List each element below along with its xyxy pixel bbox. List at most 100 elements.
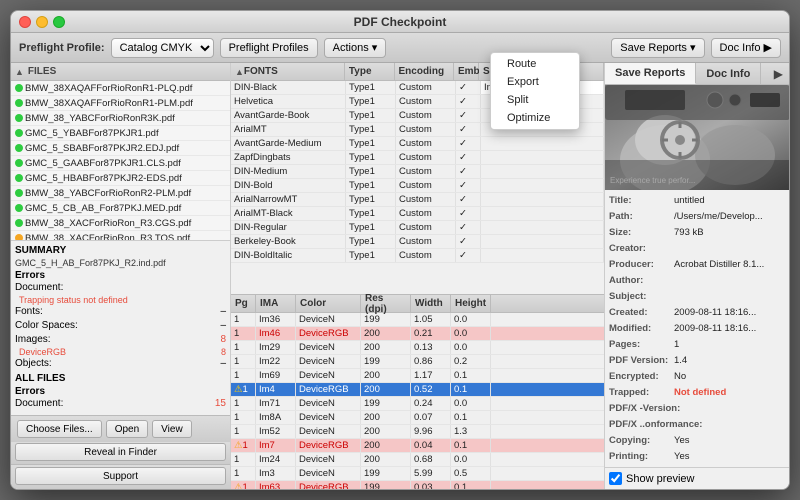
img-width: 0.86 (411, 355, 451, 368)
img-width: 9.96 (411, 425, 451, 438)
actions-button[interactable]: Actions ▾ (324, 38, 387, 58)
file-item[interactable]: BMW_38_YABCForRioRonR2-PLM.pdf (11, 186, 230, 201)
img-row-selected[interactable]: ⚠1 Im4 DeviceRGB 200 0.52 0.1 (231, 383, 604, 397)
doc-pdfver-label: PDF Version: (609, 354, 674, 368)
img-row[interactable]: 1 Im36 DeviceN 199 1.05 0.0 (231, 313, 604, 327)
images-section: Pg IMA Color Res (dpi) Width Height 1 Im… (231, 294, 604, 489)
open-button[interactable]: Open (106, 420, 148, 438)
img-row[interactable]: 1 Im29 DeviceN 200 0.13 0.0 (231, 341, 604, 355)
doc-created-row: Created: 2009-08-11 18:16... (609, 306, 785, 320)
encoding-col-header[interactable]: Encoding (395, 63, 454, 80)
ima-col-header[interactable]: IMA (256, 295, 296, 312)
font-name-cell: DIN-Black (231, 81, 346, 94)
img-row-highlighted[interactable]: ⚠1 Im7 DeviceRGB 200 0.04 0.1 (231, 439, 604, 453)
view-button[interactable]: View (152, 420, 192, 438)
car-preview-image: Experience true perfor... (605, 85, 789, 190)
img-row-highlighted[interactable]: ⚠1 Im63 DeviceRGB 199 0.03 0.1 (231, 481, 604, 489)
images-table[interactable]: 1 Im36 DeviceN 199 1.05 0.0 1 Im46 Devic… (231, 313, 604, 489)
doc-pdfver-row: PDF Version: 1.4 (609, 354, 785, 368)
summary-colorspaces-label: Color Spaces: (15, 319, 78, 333)
font-type-cell: Type1 (346, 179, 396, 192)
minimize-button[interactable] (36, 16, 48, 28)
font-type-cell: Type1 (346, 193, 396, 206)
car-svg (605, 85, 789, 190)
maximize-button[interactable] (53, 16, 65, 28)
color-col-header[interactable]: Color (296, 295, 361, 312)
doc-producer-row: Producer: Acrobat Distiller 8.1... (609, 258, 785, 272)
img-width: 1.17 (411, 369, 451, 382)
img-width: 0.24 (411, 397, 451, 410)
type-col-header[interactable]: Type (345, 63, 395, 80)
warn-icon: ⚠ (234, 384, 243, 395)
img-ima: Im8A (256, 411, 296, 424)
file-item[interactable]: BMW_38_XACForRioRon_R3.TOS.pdf (11, 231, 230, 240)
right-panel-arrow[interactable]: ▶ (768, 63, 789, 84)
save-reports-button[interactable]: Save Reports ▾ (611, 38, 704, 58)
font-type-cell: Type1 (346, 207, 396, 220)
img-row[interactable]: 1 Im22 DeviceN 199 0.86 0.2 (231, 355, 604, 369)
close-button[interactable] (19, 16, 31, 28)
img-row[interactable]: 1 Im3 DeviceN 199 5.99 0.5 (231, 467, 604, 481)
img-res: 200 (361, 369, 411, 382)
support-button[interactable]: Support (15, 467, 226, 485)
files-list[interactable]: BMW_38XAQAFForRioRonR1-PLQ.pdf BMW_38XAQ… (11, 81, 230, 240)
img-ima: Im63 (256, 481, 296, 489)
file-item[interactable]: GMC_5_GAABFor87PKJR1.CLS.pdf (11, 156, 230, 171)
img-row[interactable]: 1 Im52 DeviceN 200 9.96 1.3 (231, 425, 604, 439)
file-item[interactable]: BMW_38XAQAFForRioRonR1-PLQ.pdf (11, 81, 230, 96)
font-row[interactable]: ZapfDingbats Type1 Custom ✓ (231, 151, 604, 165)
doc-copying-label: Copying: (609, 434, 674, 448)
doc-info-button[interactable]: Doc Info ▶ (711, 38, 781, 58)
img-ima: Im24 (256, 453, 296, 466)
tab-doc-info[interactable]: Doc Info (696, 63, 761, 84)
menu-item-split[interactable]: Split (491, 91, 579, 109)
emb-col-header[interactable]: Emb (454, 63, 479, 80)
font-enc-cell: Custom (396, 221, 456, 234)
doc-producer-label: Producer: (609, 258, 674, 272)
preflight-profile-select[interactable]: Catalog CMYK (111, 38, 214, 58)
all-files-label: ALL FILES (15, 373, 226, 384)
font-row[interactable]: DIN-BoldItalic Type1 Custom ✓ (231, 249, 604, 263)
img-row[interactable]: 1 Im69 DeviceN 200 1.17 0.1 (231, 369, 604, 383)
img-color: DeviceRGB (296, 327, 361, 340)
font-row[interactable]: DIN-Bold Type1 Custom ✓ (231, 179, 604, 193)
file-item[interactable]: GMC_5_CB_AB_For87PKJ.MED.pdf (11, 201, 230, 216)
img-height: 0.0 (451, 327, 491, 340)
font-row[interactable]: DIN-Medium Type1 Custom ✓ (231, 165, 604, 179)
font-row[interactable]: Berkeley-Book Type1 Custom ✓ (231, 235, 604, 249)
font-row[interactable]: ArialMT-Black Type1 Custom ✓ (231, 207, 604, 221)
show-preview-checkbox[interactable] (609, 472, 622, 485)
warn-icon: ⚠ (234, 440, 243, 451)
height-col-header[interactable]: Height (451, 295, 491, 312)
file-item[interactable]: BMW_38_YABCForRioRonR3K.pdf (11, 111, 230, 126)
img-row-highlighted[interactable]: 1 Im46 DeviceRGB 200 0.21 0.0 (231, 327, 604, 341)
doc-pages-val: 1 (674, 338, 785, 352)
choose-files-button[interactable]: Choose Files... (17, 420, 102, 438)
font-row[interactable]: ArialNarrowMT Type1 Custom ✓ (231, 193, 604, 207)
img-height: 1.3 (451, 425, 491, 438)
file-item[interactable]: GMC_5_HBABFor87PKJR2-EDS.pdf (11, 171, 230, 186)
file-item[interactable]: GMC_5_SBABFor87PKJR2.EDJ.pdf (11, 141, 230, 156)
file-item[interactable]: BMW_38_XACForRioRon_R3.CGS.pdf (11, 216, 230, 231)
menu-item-route[interactable]: Route (491, 55, 579, 73)
file-item[interactable]: GMC_5_YBABFor87PKJR1.pdf (11, 126, 230, 141)
pg-col-header[interactable]: Pg (231, 295, 256, 312)
font-emb-cell: ✓ (456, 221, 481, 234)
img-row[interactable]: 1 Im8A DeviceN 200 0.07 0.1 (231, 411, 604, 425)
menu-item-export[interactable]: Export (491, 73, 579, 91)
file-item[interactable]: BMW_38XAQAFForRioRonR1-PLM.pdf (11, 96, 230, 111)
fonts-col-header[interactable]: ▲ FONTS (231, 63, 345, 80)
menu-item-optimize[interactable]: Optimize (491, 109, 579, 127)
tab-save-reports[interactable]: Save Reports (605, 63, 696, 84)
font-row[interactable]: DIN-Regular Type1 Custom ✓ (231, 221, 604, 235)
res-col-header[interactable]: Res (dpi) (361, 295, 411, 312)
img-row[interactable]: 1 Im71 DeviceN 199 0.24 0.0 (231, 397, 604, 411)
reveal-finder-button[interactable]: Reveal in Finder (15, 443, 226, 461)
file-name: BMW_38_XACForRioRon_R3.TOS.pdf (25, 233, 228, 241)
preflight-profiles-button[interactable]: Preflight Profiles (220, 38, 318, 58)
img-width: 0.52 (411, 383, 451, 396)
img-row[interactable]: 1 Im24 DeviceN 200 0.68 0.0 (231, 453, 604, 467)
img-color: DeviceN (296, 467, 361, 480)
font-row[interactable]: AvantGarde-Medium Type1 Custom ✓ (231, 137, 604, 151)
width-col-header[interactable]: Width (411, 295, 451, 312)
